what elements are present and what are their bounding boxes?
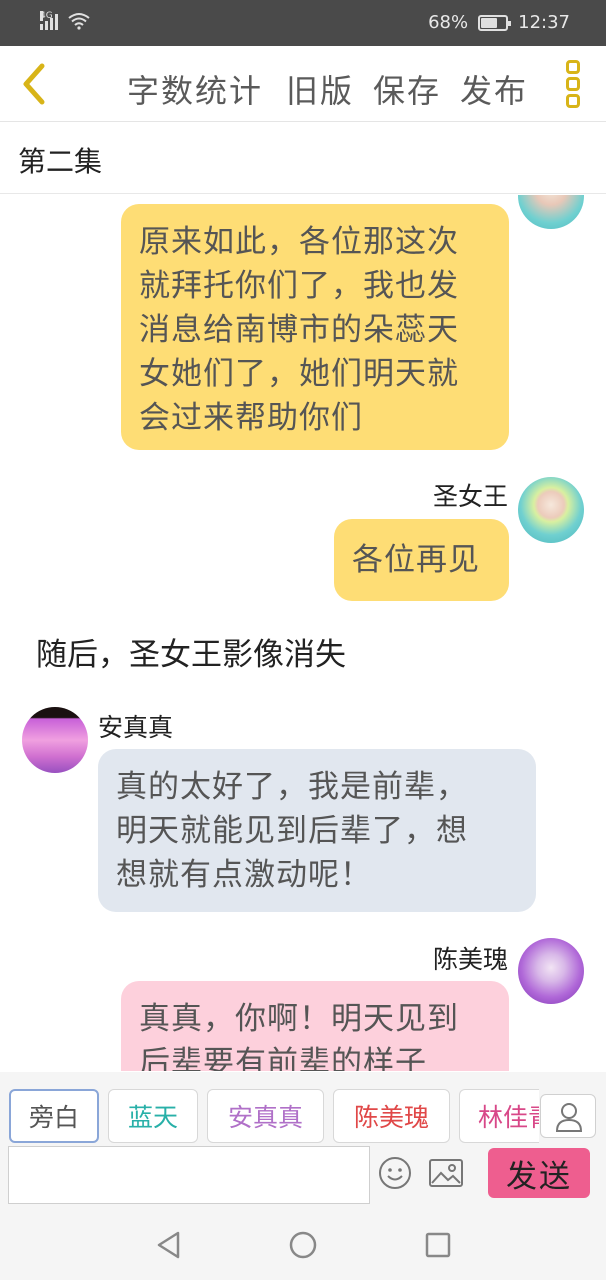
message-line: 消息给南博市的朵蕊天 [139, 312, 459, 348]
message-line: 真的太好了，我是前辈， [116, 769, 468, 805]
battery-fill [481, 17, 498, 28]
person-icon [555, 1103, 583, 1132]
triangle-back-icon [157, 1231, 180, 1259]
message-line: 女她们了，她们明天就 [139, 356, 459, 392]
speaker-name: 陈美瑰 [432, 945, 508, 974]
wifi-icon [68, 13, 90, 30]
square-recents-icon [425, 1232, 451, 1258]
circle-home-icon [289, 1231, 317, 1259]
episode-title: 第二集 [18, 145, 103, 178]
word-count-button[interactable]: 字数统计 [127, 66, 263, 112]
speaker-name: 圣女王 [432, 482, 508, 511]
message-line: 会过来帮助你们 [139, 400, 363, 436]
avatar-saint-queen[interactable] [518, 477, 584, 543]
network-type: 4G [40, 11, 53, 21]
nav-recents-button[interactable] [423, 1230, 453, 1260]
message-line: 明天就能见到后辈了，想 [116, 813, 468, 849]
more-vertical-icon [566, 60, 580, 74]
message-input[interactable] [8, 1146, 370, 1204]
avatar-saint-queen-top[interactable] [518, 195, 584, 229]
character-selector: 旁白 蓝天 安真真 陈美瑰 林佳青 [0, 1072, 606, 1144]
smiley-icon [379, 1157, 411, 1189]
system-nav-bar [0, 1212, 606, 1280]
character-chen-meigui[interactable]: 陈美瑰 [333, 1089, 450, 1143]
avatar-an-zhenzhen[interactable] [22, 707, 88, 773]
message-line: 真真，你啊！明天见到 [139, 1001, 459, 1037]
message-bubble[interactable]: 真的太好了，我是前辈， 明天就能见到后辈了，想 想就有点激动呢！ [98, 749, 536, 912]
save-button[interactable]: 保存 [373, 66, 441, 112]
old-version-button[interactable]: 旧版 [286, 66, 354, 112]
battery-percent: 68% [428, 12, 469, 33]
character-narrator[interactable]: 旁白 [9, 1089, 99, 1143]
message-line: 后辈要有前辈的样子 [139, 1045, 427, 1071]
character-an-zhenzhen[interactable]: 安真真 [207, 1089, 324, 1143]
more-menu-button[interactable] [566, 60, 582, 108]
message-bubble[interactable]: 各位再见 [334, 519, 509, 601]
image-button[interactable] [428, 1158, 464, 1188]
send-button[interactable]: 发送 [488, 1148, 590, 1198]
message-line: 就拜托你们了，我也发 [139, 268, 459, 304]
publish-button[interactable]: 发布 [460, 66, 528, 112]
character-manage-button[interactable] [540, 1094, 596, 1138]
network-indicators: 4G [40, 11, 90, 30]
message-line: 想就有点激动呢！ [116, 857, 372, 893]
episode-bar[interactable]: 第二集 [0, 122, 606, 194]
message-text: 各位再见 [352, 542, 480, 578]
emoji-button[interactable] [378, 1156, 412, 1190]
input-row: 发送 [0, 1144, 606, 1212]
top-toolbar: 字数统计 旧版 保存 发布 [0, 46, 606, 122]
speaker-name: 安真真 [98, 713, 174, 742]
more-dot [566, 77, 580, 91]
image-icon [429, 1159, 463, 1187]
back-button[interactable] [14, 60, 54, 108]
character-lin-jiaqing[interactable]: 林佳青 [459, 1089, 539, 1143]
message-bubble[interactable]: 原来如此，各位那这次 就拜托你们了，我也发 消息给南博市的朵蕊天 女她们了，她们… [121, 204, 509, 450]
clock: 12:37 [518, 12, 570, 33]
avatar-chen-meigui[interactable] [518, 938, 584, 1004]
nav-back-button[interactable] [154, 1230, 184, 1260]
more-dot [566, 94, 580, 108]
chevron-left-icon [23, 63, 45, 105]
message-bubble[interactable]: 真真，你啊！明天见到 后辈要有前辈的样子 [121, 981, 509, 1071]
character-lantian[interactable]: 蓝天 [108, 1089, 198, 1143]
battery-icon [478, 14, 512, 31]
narration-text[interactable]: 随后，圣女王影像消失 [36, 629, 346, 674]
signal-icon: 4G [40, 11, 58, 30]
chat-area[interactable]: 原来如此，各位那这次 就拜托你们了，我也发 消息给南博市的朵蕊天 女她们了，她们… [0, 195, 606, 1071]
status-bar: 4G 68% 12:37 [0, 0, 606, 46]
nav-home-button[interactable] [288, 1230, 318, 1260]
status-right: 68% 12:37 [428, 12, 570, 33]
message-line: 原来如此，各位那这次 [139, 224, 459, 260]
